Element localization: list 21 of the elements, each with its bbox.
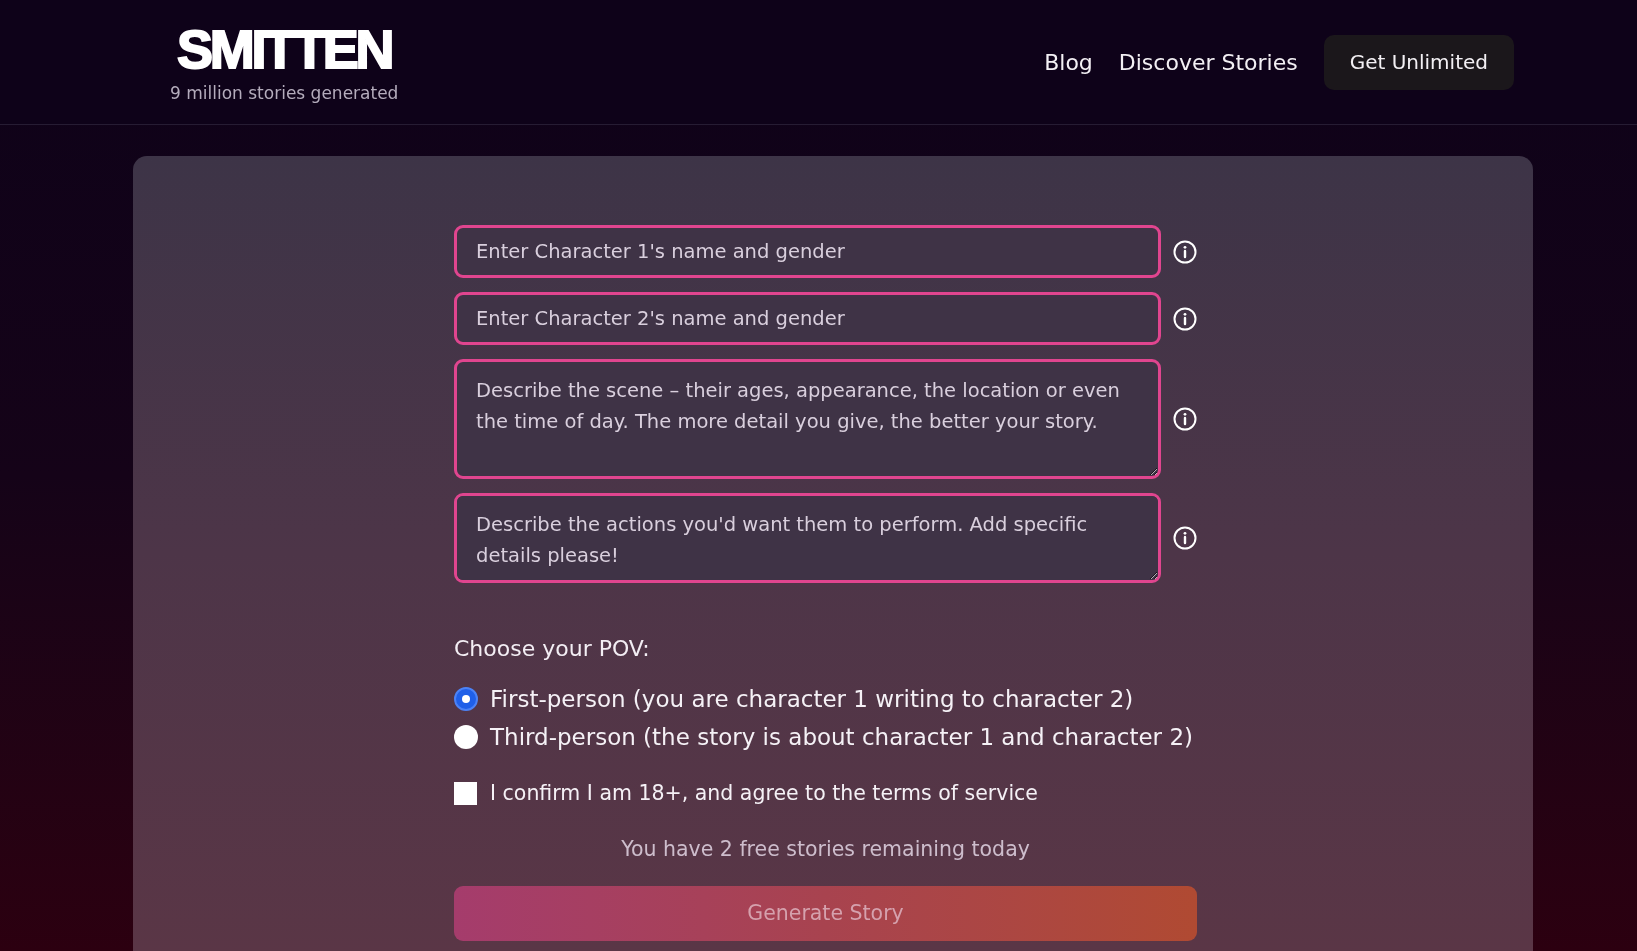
input-field[interactable]: Enter Character 1's name and gender <box>454 225 1161 278</box>
text-area[interactable]: Describe the actions you'd want them to perform. Add specific details please! <box>454 493 1161 583</box>
info-icon[interactable] <box>1173 526 1197 550</box>
logo[interactable]: SMITTEN <box>177 25 392 72</box>
info-icon[interactable] <box>1173 306 1197 331</box>
radio-button[interactable] <box>454 687 478 711</box>
info-icon[interactable] <box>1173 239 1197 264</box>
input-field[interactable]: Enter Character 2's name and gender <box>454 292 1161 345</box>
nav-link[interactable]: Blog <box>1044 45 1093 79</box>
nav-link[interactable]: Discover Stories <box>1118 45 1298 79</box>
tagline: 9 million stories generated <box>170 82 399 103</box>
text-area[interactable]: Describe the scene – their ages, appearance, the location or even the time of day. The more detail you give, the better your story. <box>454 359 1161 479</box>
radio-label[interactable]: Third-person (the story is about character 1 and character 2) <box>490 724 1193 750</box>
pov-label: Choose your POV: <box>454 635 651 663</box>
checkbox-label[interactable]: I confirm I am 18+, and agree to the terms of service <box>490 780 1038 806</box>
get-unlimited-button[interactable]: Get Unlimited <box>1323 34 1514 90</box>
remaining-stories-note: You have 2 free stories remaining today <box>621 836 1030 862</box>
info-icon[interactable] <box>1173 407 1197 431</box>
radio-label[interactable]: First-person (you are character 1 writing to character 2) <box>490 686 1134 712</box>
checkbox[interactable] <box>454 781 477 805</box>
radio-button[interactable] <box>454 725 478 749</box>
